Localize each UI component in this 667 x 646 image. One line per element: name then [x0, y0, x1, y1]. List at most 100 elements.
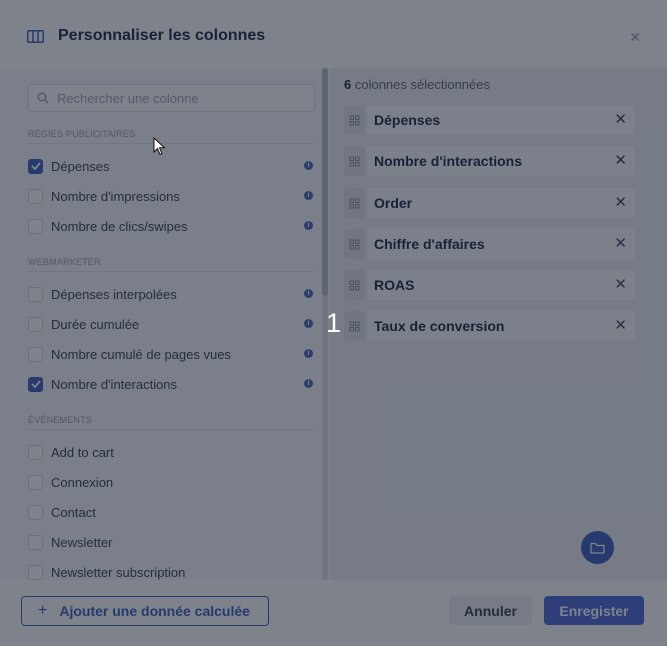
drag-handle-icon[interactable]: [344, 229, 365, 259]
section-divider: [28, 271, 315, 272]
section-divider: [28, 429, 315, 430]
selected-columns-panel: 6 colonnes sélectionnées Dépenses ✕ Nombr…: [330, 68, 667, 580]
search-field[interactable]: [28, 84, 315, 112]
selected-column-row[interactable]: Taux de conversion ✕: [344, 311, 635, 341]
save-button[interactable]: Enregister: [544, 596, 644, 625]
remove-column-icon[interactable]: ✕: [614, 318, 627, 333]
selected-column-row[interactable]: ROAS ✕: [344, 270, 635, 300]
modal-footer: + Ajouter une donnée calculée Annuler En…: [0, 580, 667, 646]
column-option-label: Contact: [51, 504, 96, 520]
add-computed-data-button[interactable]: + Ajouter une donnée calculée: [21, 596, 269, 626]
checkbox[interactable]: [28, 564, 43, 580]
remove-column-icon[interactable]: ✕: [614, 153, 627, 168]
scrollbar-thumb[interactable]: [322, 68, 328, 296]
section-title-events: Évènements: [28, 415, 93, 425]
search-icon: [37, 92, 49, 104]
column-option-interpolated-spend[interactable]: Dépenses interpolées i: [28, 283, 315, 305]
checkbox-checked[interactable]: [28, 158, 43, 174]
checkbox[interactable]: [28, 188, 43, 204]
remove-column-icon[interactable]: ✕: [614, 112, 627, 127]
remove-column-icon[interactable]: ✕: [614, 195, 627, 210]
checkbox-checked[interactable]: [28, 376, 43, 392]
column-option-interactions[interactable]: Nombre d'interactions i: [28, 373, 315, 395]
selected-column-name: Dépenses: [374, 112, 441, 128]
info-icon[interactable]: i: [304, 319, 313, 328]
selected-column-name: Order: [374, 195, 413, 211]
column-option-impressions[interactable]: Nombre d'impressions i: [28, 185, 315, 207]
plus-icon: +: [38, 602, 48, 619]
info-icon[interactable]: i: [304, 289, 313, 298]
drag-handle-icon[interactable]: [344, 311, 365, 341]
info-icon[interactable]: i: [304, 379, 313, 388]
drag-handle-icon[interactable]: [344, 105, 365, 135]
info-icon[interactable]: i: [304, 221, 313, 230]
column-option-connexion[interactable]: Connexion: [28, 471, 315, 493]
column-option-newsletter-subscription[interactable]: Newsletter subscription: [28, 561, 315, 580]
selected-column-row[interactable]: Dépenses ✕: [344, 105, 635, 135]
column-option-add-to-cart[interactable]: Add to cart: [28, 441, 315, 463]
search-input[interactable]: [57, 90, 297, 106]
checkbox[interactable]: [28, 218, 43, 234]
column-option-cumulative-pageviews[interactable]: Nombre cumulé de pages vues i: [28, 343, 315, 365]
column-option-contact[interactable]: Contact: [28, 501, 315, 523]
column-option-label: Dépenses: [51, 158, 110, 174]
add-computed-data-label: Ajouter une donnée calculée: [59, 603, 250, 619]
column-option-label: Durée cumulée: [51, 316, 140, 332]
selected-column-name: Nombre d'interactions: [374, 153, 523, 169]
selected-column-pill: Dépenses ✕: [367, 105, 635, 135]
section-title-webmarketer: Webmarketer: [28, 257, 101, 267]
folder-button[interactable]: [581, 531, 614, 564]
remove-column-icon[interactable]: ✕: [614, 277, 627, 292]
section-divider: [28, 143, 315, 144]
column-option-label: Nombre d'interactions: [51, 376, 178, 392]
section-title-ad-networks: Régies publicitaires: [28, 129, 136, 139]
column-option-label: Dépenses interpolées: [51, 286, 177, 302]
column-option-label: Newsletter subscription: [51, 564, 186, 580]
checkbox[interactable]: [28, 286, 43, 302]
cancel-button[interactable]: Annuler: [449, 596, 532, 625]
column-option-clicks[interactable]: Nombre de clics/swipes i: [28, 215, 315, 237]
drag-handle-icon[interactable]: [344, 146, 365, 176]
modal-title: Personnaliser les colonnes: [58, 27, 266, 44]
info-icon[interactable]: i: [304, 191, 313, 200]
step-number-label: 1: [326, 308, 342, 338]
checkbox[interactable]: [28, 474, 43, 490]
selected-column-pill: Order ✕: [367, 188, 635, 218]
folder-icon: [590, 542, 605, 554]
column-option-label: Nombre cumulé de pages vues: [51, 346, 231, 362]
selected-column-pill: Chiffre d'affaires ✕: [367, 229, 635, 259]
column-option-label: Nombre de clics/swipes: [51, 218, 188, 234]
selected-column-row[interactable]: Nombre d'interactions ✕: [344, 146, 635, 176]
column-option-cumulative-duration[interactable]: Durée cumulée i: [28, 313, 315, 335]
column-option-label: Add to cart: [51, 444, 114, 460]
selected-column-pill: Nombre d'interactions ✕: [367, 146, 635, 176]
checkbox[interactable]: [28, 316, 43, 332]
checkbox[interactable]: [28, 444, 43, 460]
selected-count-text: colonnes sélectionnées: [351, 77, 490, 92]
checkbox[interactable]: [28, 504, 43, 520]
selected-column-row[interactable]: Order ✕: [344, 188, 635, 218]
close-icon[interactable]: ✕: [629, 29, 641, 46]
mouse-cursor-icon: [153, 137, 166, 156]
selected-column-name: ROAS: [374, 277, 415, 293]
selected-column-pill: Taux de conversion ✕: [367, 311, 635, 341]
column-option-label: Nombre d'impressions: [51, 188, 180, 204]
checkbox[interactable]: [28, 534, 43, 550]
info-icon[interactable]: i: [304, 349, 313, 358]
info-icon[interactable]: i: [304, 161, 313, 170]
column-option-label: Connexion: [51, 474, 114, 490]
drag-handle-icon[interactable]: [344, 270, 365, 300]
selected-column-row[interactable]: Chiffre d'affaires ✕: [344, 229, 635, 259]
selected-column-pill: ROAS ✕: [367, 270, 635, 300]
selected-column-name: Chiffre d'affaires: [374, 236, 485, 252]
checkbox[interactable]: [28, 346, 43, 362]
column-option-label: Newsletter: [51, 534, 113, 550]
remove-column-icon[interactable]: ✕: [614, 236, 627, 251]
column-option-newsletter[interactable]: Newsletter: [28, 531, 315, 553]
selected-count: 6 colonnes sélectionnées: [344, 77, 490, 92]
column-option-depenses[interactable]: Dépenses i: [28, 155, 315, 177]
drag-handle-icon[interactable]: [344, 188, 365, 218]
selected-column-name: Taux de conversion: [374, 318, 505, 334]
modal-header: Personnaliser les colonnes ✕: [0, 0, 667, 72]
columns-icon: [27, 29, 44, 43]
